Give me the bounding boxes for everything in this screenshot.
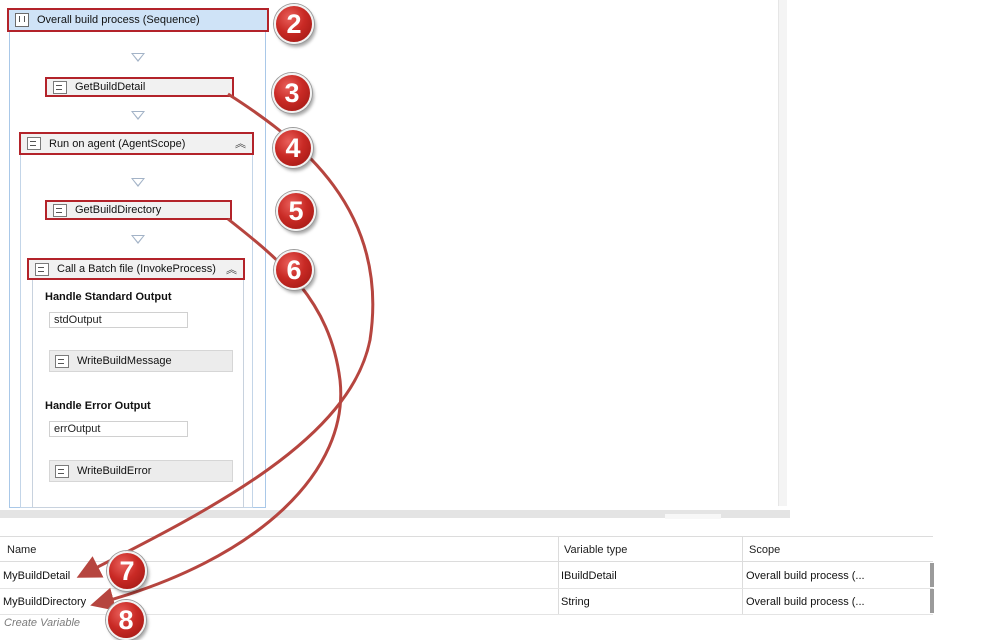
agent-scope-header[interactable]: Run on agent (AgentScope) ︽ [19,132,254,155]
column-scope-header[interactable]: Scope [749,544,780,556]
variable-scope[interactable]: Overall build process (... [746,596,865,608]
get-build-directory-activity[interactable]: GetBuildDirectory [45,200,232,220]
badge-5: 5 [276,191,316,231]
write-build-message-activity[interactable]: WriteBuildMessage [49,350,233,372]
badge-6: 6 [274,250,314,290]
drop-arrow-icon [131,53,145,62]
activity-icon [55,464,69,478]
err-output-label: Handle Error Output [45,400,151,412]
write-build-error-activity[interactable]: WriteBuildError [49,460,233,482]
variable-type[interactable]: String [561,596,590,608]
drop-arrow-icon [131,178,145,187]
designer-vertical-scrollbar[interactable] [778,0,787,506]
sequence-header[interactable]: Overall build process (Sequence) [7,8,269,32]
zoom-box[interactable] [665,514,721,519]
badge-4: 4 [273,128,313,168]
variable-type[interactable]: IBuildDetail [561,570,617,582]
std-output-label: Handle Standard Output [45,291,172,303]
write-build-error-label: WriteBuildError [77,465,152,477]
row-scroll-indicator [930,563,934,587]
drop-arrow-icon [131,235,145,244]
agent-scope-icon [27,137,41,150]
activity-icon [53,203,67,217]
invoke-process-title: Call a Batch file (InvokeProcess) [57,263,216,275]
activity-icon [53,80,67,94]
get-build-directory-label: GetBuildDirectory [75,204,162,216]
badge-7: 7 [107,551,147,591]
activity-icon [35,262,49,276]
column-type-header[interactable]: Variable type [564,544,627,556]
get-build-detail-activity[interactable]: GetBuildDetail [45,77,234,97]
collapse-icon[interactable]: ︽ [235,138,246,149]
variable-scope[interactable]: Overall build process (... [746,570,865,582]
write-build-message-label: WriteBuildMessage [77,355,172,367]
invoke-process-header[interactable]: Call a Batch file (InvokeProcess) ︽ [27,258,245,280]
collapse-icon[interactable]: ︽ [226,264,237,275]
badge-3: 3 [272,73,312,113]
drop-arrow-icon [131,111,145,120]
badge-2: 2 [274,4,314,44]
agent-scope-title: Run on agent (AgentScope) [49,137,186,150]
get-build-detail-label: GetBuildDetail [75,81,146,93]
create-variable-link[interactable]: Create Variable [4,617,80,629]
std-output-field[interactable]: stdOutput [49,312,188,328]
activity-icon [55,354,69,368]
sequence-icon [15,13,29,27]
variable-name: MyBuildDetail [3,570,71,582]
badge-8: 8 [106,600,146,640]
column-name-header[interactable]: Name [7,544,36,556]
row-scroll-indicator [930,589,934,613]
err-output-field[interactable]: errOutput [49,421,188,437]
variable-name: MyBuildDirectory [3,596,87,608]
sequence-title: Overall build process (Sequence) [37,14,200,26]
